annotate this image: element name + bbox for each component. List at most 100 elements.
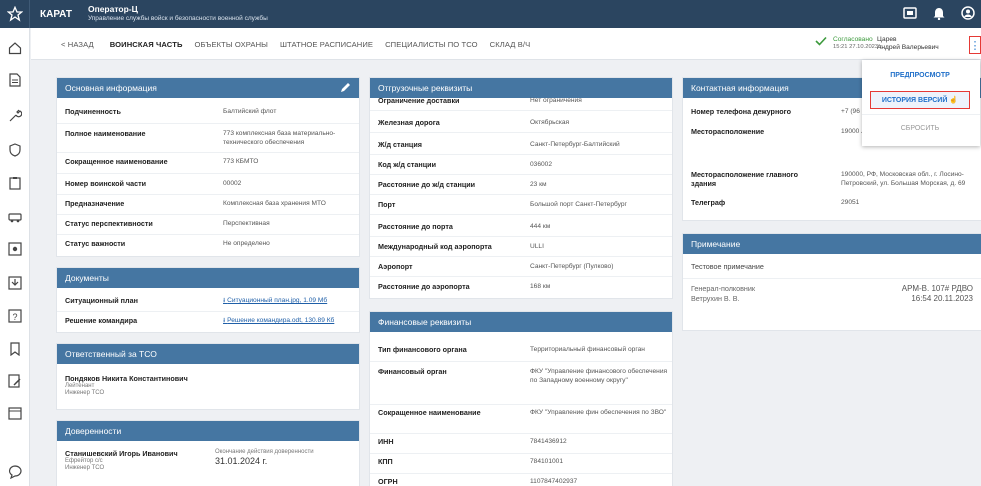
wrench-icon[interactable] <box>7 108 23 124</box>
tab-military-unit[interactable]: ВОИНСКАЯ ЧАСТЬ <box>110 40 183 49</box>
basic-info-card: Основная информация Подчиненность Балтийс… <box>57 78 359 256</box>
file-name: Решение командира.odt, 130.89 Кб <box>227 317 335 324</box>
field-label: Расстояние до аэропорта <box>378 282 470 291</box>
status-date: 15:21 27.10.2023 г. <box>833 44 883 50</box>
field-value: Большой порт Санкт-Петербург <box>530 201 627 208</box>
version-history-label: ИСТОРИЯ ВЕРСИЙ <box>881 96 948 104</box>
field-value: 7841436912 <box>530 438 567 445</box>
favorite-star-icon[interactable] <box>0 0 30 28</box>
tab-staff-schedule[interactable]: ШТАТНОЕ РАСПИСАНИЕ <box>280 40 373 49</box>
version-history-menu-item[interactable]: ИСТОРИЯ ВЕРСИЙ ☝ <box>870 91 970 109</box>
user-last-name: Царев <box>877 36 897 43</box>
edit-document-icon[interactable] <box>7 373 23 389</box>
field-value: 444 км <box>530 223 551 230</box>
tab-guarded-objects[interactable]: ОБЪЕКТЫ ОХРАНЫ <box>195 40 268 49</box>
card-header: Документы <box>57 268 359 288</box>
file-name: Ситуационный план.jpg, 1.09 Мб <box>227 297 328 304</box>
card-header: Финансовые реквизиты <box>370 312 672 332</box>
field-value: 773 КБМТО <box>223 158 259 165</box>
field-value: 784101001 <box>530 458 564 465</box>
card-title: Отгрузочные реквизиты <box>378 83 473 93</box>
responsible-person: Пондяков Никита Константинович Лейтенант… <box>65 374 188 397</box>
approval-status: Согласовано 15:21 27.10.2023 г. <box>815 36 883 51</box>
help-icon[interactable]: ? <box>7 308 23 324</box>
download-link[interactable]: ⭳ Решение командира.odt, 130.89 Кб <box>223 316 334 325</box>
download-box-icon[interactable] <box>7 275 23 291</box>
app-title: Оператор-Ц Управление службы войск и без… <box>88 4 268 24</box>
field-value: ФКУ "Управление фин обеспечения по ЗВО" <box>530 409 667 416</box>
id-card-icon[interactable] <box>903 7 917 21</box>
field-label: Расстояние до ж/д станции <box>378 180 476 189</box>
notification-bell-icon[interactable] <box>933 7 945 22</box>
target-icon[interactable] <box>7 241 23 257</box>
author-name: Ветрухин В. В. <box>691 294 740 303</box>
clipboard-icon[interactable] <box>7 175 23 191</box>
field-value: Не определено <box>223 240 270 247</box>
financial-details-card: Финансовые реквизиты Тип финансового орг… <box>370 312 672 486</box>
user-name: Царев Андрей Валерьевич <box>877 36 939 52</box>
field-value: 00002 <box>223 180 242 187</box>
power-of-attorney-card: Доверенности Станишевский Игорь Иванович… <box>57 421 359 486</box>
field-label: КПП <box>378 457 393 466</box>
tab-warehouse[interactable]: СКЛАД В/Ч <box>490 40 531 49</box>
field-value: Октябрьская <box>530 119 570 126</box>
field-value: Перспективная <box>223 220 270 227</box>
field-label: Номер телефона дежурного <box>691 107 791 116</box>
field-value: 168 км <box>530 283 551 290</box>
account-icon[interactable] <box>961 6 975 22</box>
check-icon <box>815 36 827 48</box>
chat-icon[interactable] <box>7 464 23 480</box>
attorney-expiry: Окончание действия доверенности 31.01.20… <box>215 449 314 466</box>
field-label: ИНН <box>378 437 394 446</box>
shield-icon[interactable] <box>7 142 23 158</box>
note-meta: АРМ-В. 107# РДВО 16:54 20.11.2023 <box>902 284 973 304</box>
field-label: Статус перспективности <box>65 219 153 228</box>
field-value: ФКУ "Управление финансового обеспечения … <box>530 368 668 384</box>
shipping-details-card: Отгрузочные реквизиты Ограничение достав… <box>370 78 672 298</box>
app-title-main: Оператор-Ц <box>87 4 138 14</box>
field-label: Решение командира <box>65 316 138 325</box>
home-icon[interactable] <box>7 40 23 56</box>
calendar-icon[interactable] <box>7 405 23 421</box>
card-header: Примечание <box>683 234 981 254</box>
edit-pencil-icon[interactable] <box>340 82 351 95</box>
card-title: Доверенности <box>65 426 122 436</box>
field-label: Телеграф <box>691 198 726 207</box>
field-label: Ситуационный план <box>65 296 138 305</box>
preview-menu-item[interactable]: ПРЕДПРОСМОТР <box>870 66 970 84</box>
brand-logo[interactable]: КАРАТ <box>40 9 72 20</box>
download-link[interactable]: ⭳ Ситуационный план.jpg, 1.09 Мб <box>223 296 327 305</box>
field-value: 1107847402937 <box>530 478 578 485</box>
more-menu-button[interactable]: ⋮ <box>969 36 981 54</box>
field-value: ULLI <box>530 243 544 250</box>
field-label: Сокращенное наименование <box>65 157 168 166</box>
field-value: Комплексная база хранения МТО <box>223 200 326 207</box>
card-title: Ответственный за ТСО <box>65 349 157 359</box>
field-label: Подчиненность <box>65 107 121 116</box>
document-icon[interactable] <box>7 72 23 88</box>
field-value: 036002 <box>530 161 553 168</box>
status-label: Согласовано <box>833 36 873 43</box>
vehicle-icon[interactable] <box>7 209 23 225</box>
field-label: Сокращенное наименование <box>378 408 481 417</box>
field-label: Предназначение <box>65 199 125 208</box>
user-first-name: Андрей Валерьевич <box>877 44 939 51</box>
tab-tso-specialists[interactable]: СПЕЦИАЛИСТЫ ПО ТСО <box>385 40 478 49</box>
bookmark-icon[interactable] <box>7 341 23 357</box>
field-label: Финансовый орган <box>378 367 447 376</box>
app-subtitle: Управление службы войск и безопасности в… <box>87 15 268 22</box>
field-value: Нет ограничения <box>530 97 582 104</box>
reset-menu-item[interactable]: СБРОСИТЬ <box>870 119 970 137</box>
card-title: Основная информация <box>65 83 157 93</box>
card-header: Основная информация <box>57 78 359 98</box>
card-header: Отгрузочные реквизиты <box>370 78 672 98</box>
field-label: Месторасположение главного здания <box>691 170 798 188</box>
documents-card: Документы Ситуационный план ⭳ Ситуационны… <box>57 268 359 332</box>
back-button[interactable]: < НАЗАД <box>61 40 94 49</box>
card-title: Финансовые реквизиты <box>378 317 472 327</box>
responsible-card: Ответственный за ТСО Пондяков Никита Кон… <box>57 344 359 409</box>
field-label: Аэропорт <box>378 262 413 271</box>
card-header: Ответственный за ТСО <box>57 344 359 364</box>
field-label: Месторасположение <box>691 127 765 136</box>
field-value: 29051 <box>841 199 860 206</box>
